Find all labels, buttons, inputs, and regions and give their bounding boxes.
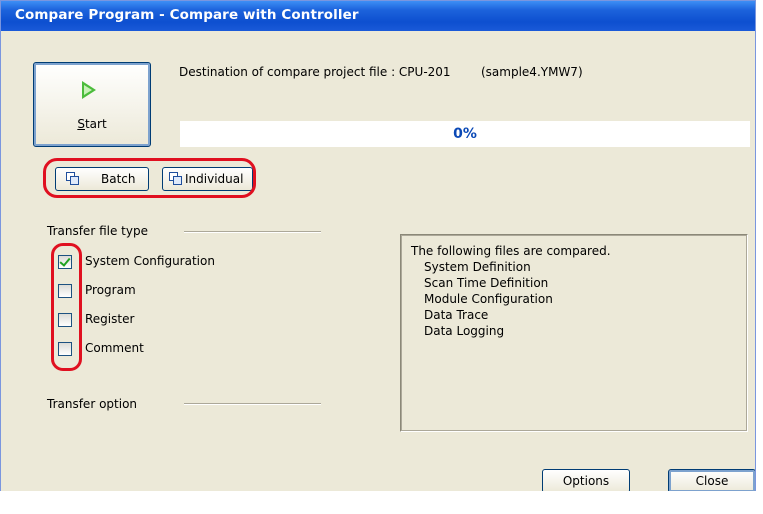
options-button[interactable]: Options	[542, 469, 630, 491]
info-item: Module Configuration	[424, 292, 553, 306]
window-title: Compare Program - Compare with Controlle…	[15, 7, 359, 23]
start-button-label: Start	[77, 117, 107, 131]
checkbox-label: Register	[85, 312, 135, 326]
info-heading: The following files are compared.	[411, 244, 611, 258]
checkbox-highlight	[51, 243, 82, 371]
groove-divider	[184, 403, 321, 405]
checkbox-label: Program	[85, 283, 136, 297]
info-panel: The following files are compared. System…	[400, 234, 748, 432]
close-button[interactable]: Close	[668, 469, 755, 491]
title-bar: Compare Program - Compare with Controlle…	[1, 1, 755, 31]
groove-divider	[184, 231, 321, 233]
checkbox-label: Comment	[85, 341, 144, 355]
background-strip	[0, 491, 763, 514]
start-button[interactable]: Start	[33, 62, 151, 147]
info-inner: The following files are compared. System…	[401, 235, 747, 431]
destination-file: (sample4.YMW7)	[481, 65, 583, 79]
info-item: Scan Time Definition	[424, 276, 549, 290]
mode-highlight	[43, 158, 256, 198]
checkbox-label: System Configuration	[85, 254, 215, 268]
transfer-option-label: Transfer option	[47, 397, 138, 411]
play-icon	[82, 81, 96, 99]
info-item: Data Trace	[424, 308, 489, 322]
destination-text: Destination of compare project file : CP…	[179, 65, 451, 79]
transfer-file-type-label: Transfer file type	[47, 224, 148, 238]
progress-text: 0%	[453, 126, 477, 142]
compare-dialog: Compare Program - Compare with Controlle…	[0, 0, 756, 492]
info-item: System Definition	[424, 260, 531, 274]
progress-bar: 0%	[180, 121, 750, 147]
info-item: Data Logging	[424, 324, 505, 338]
